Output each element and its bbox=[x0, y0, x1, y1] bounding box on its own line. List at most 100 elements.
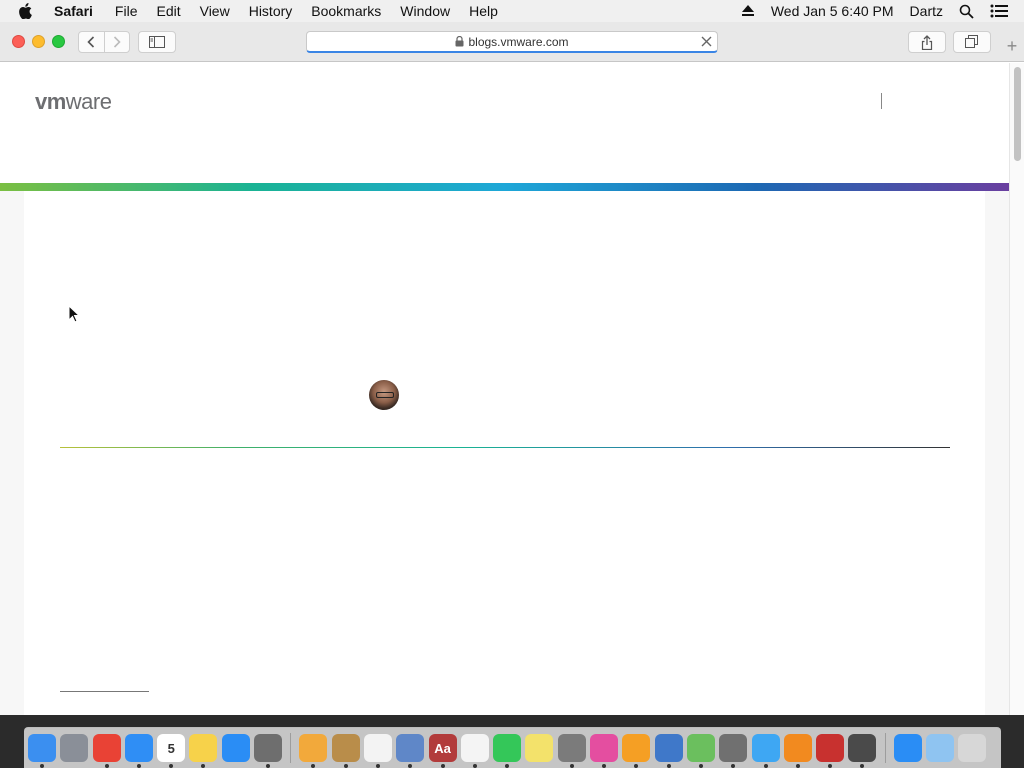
vmware-logo[interactable]: vmware bbox=[35, 89, 112, 115]
menu-history[interactable]: History bbox=[249, 3, 293, 19]
downloads-folder-icon[interactable] bbox=[926, 734, 955, 762]
trash-icon[interactable] bbox=[958, 734, 987, 762]
calendar-icon[interactable]: 5 bbox=[157, 734, 186, 768]
forward-button[interactable] bbox=[105, 32, 130, 52]
running-indicator bbox=[505, 764, 510, 768]
running-indicator bbox=[136, 764, 141, 768]
running-indicator bbox=[104, 764, 109, 768]
tab-overview-button[interactable] bbox=[953, 31, 991, 53]
safari-icon[interactable] bbox=[124, 734, 153, 768]
menu-file[interactable]: File bbox=[115, 3, 138, 19]
sidebar-toggle-button[interactable] bbox=[138, 31, 176, 53]
utilities-icon[interactable] bbox=[719, 734, 748, 768]
books-icon[interactable] bbox=[783, 734, 812, 768]
mouse-cursor-icon bbox=[68, 305, 80, 323]
url-text: blogs.vmware.com bbox=[468, 34, 569, 49]
notification-center-icon[interactable] bbox=[990, 4, 1008, 18]
minimize-window-button[interactable] bbox=[32, 35, 45, 48]
running-indicator bbox=[201, 764, 206, 768]
running-indicator bbox=[763, 764, 768, 768]
menu-view[interactable]: View bbox=[200, 3, 230, 19]
running-indicator bbox=[828, 764, 833, 768]
running-indicator bbox=[634, 764, 639, 768]
lock-icon bbox=[455, 36, 464, 47]
menu-bookmarks[interactable]: Bookmarks bbox=[311, 3, 381, 19]
textedit-icon[interactable] bbox=[363, 734, 392, 768]
author-avatar[interactable] bbox=[369, 380, 399, 410]
spotlight-search-icon[interactable] bbox=[959, 4, 974, 19]
itunes-icon[interactable] bbox=[590, 734, 619, 768]
eject-icon[interactable] bbox=[741, 5, 755, 17]
menubar-clock[interactable]: Wed Jan 5 6:40 PM bbox=[771, 3, 894, 19]
scrollbar-thumb[interactable] bbox=[1014, 67, 1021, 161]
disk-utility-icon[interactable] bbox=[557, 734, 586, 768]
share-icon bbox=[921, 34, 933, 50]
dock: 5 Aa bbox=[24, 727, 1001, 768]
stickies-icon[interactable] bbox=[525, 734, 554, 762]
page-scrollbar[interactable] bbox=[1009, 63, 1024, 715]
preview-icon[interactable] bbox=[396, 734, 425, 768]
address-bar[interactable]: blogs.vmware.com bbox=[306, 31, 718, 53]
running-indicator bbox=[440, 764, 445, 768]
running-indicator bbox=[860, 764, 865, 768]
dictionary-icon[interactable]: Aa bbox=[428, 734, 457, 768]
menu-bar: Safari File Edit View History Bookmarks … bbox=[0, 0, 1024, 22]
menu-edit[interactable]: Edit bbox=[156, 3, 180, 19]
article-divider bbox=[60, 447, 950, 448]
site-header: vmware bbox=[0, 63, 1009, 183]
apple-menu-icon[interactable] bbox=[18, 3, 38, 19]
app-store-download-icon[interactable] bbox=[893, 734, 922, 762]
dock-icon-label: 5 bbox=[167, 740, 175, 756]
running-indicator bbox=[731, 764, 736, 768]
photos-icon[interactable] bbox=[299, 734, 328, 768]
notes-icon[interactable] bbox=[189, 734, 218, 768]
running-indicator bbox=[602, 764, 607, 768]
photo-booth-icon[interactable] bbox=[816, 734, 845, 768]
sidebar-icon bbox=[149, 36, 165, 48]
new-tab-button[interactable]: + bbox=[1002, 36, 1022, 56]
header-divider bbox=[881, 93, 882, 109]
facetime-icon[interactable] bbox=[493, 734, 522, 768]
close-window-button[interactable] bbox=[12, 35, 25, 48]
home-icon[interactable] bbox=[622, 734, 651, 768]
dock-icon-label: Aa bbox=[434, 740, 451, 756]
app-store-icon[interactable] bbox=[221, 734, 250, 762]
running-indicator bbox=[698, 764, 703, 768]
chrome-icon[interactable] bbox=[92, 734, 121, 768]
running-indicator bbox=[40, 764, 44, 768]
menu-help[interactable]: Help bbox=[469, 3, 498, 19]
fullscreen-window-button[interactable] bbox=[52, 35, 65, 48]
running-indicator bbox=[311, 764, 316, 768]
app-menu-safari[interactable]: Safari bbox=[54, 3, 93, 19]
running-indicator bbox=[375, 764, 380, 768]
xcode-icon[interactable] bbox=[654, 734, 683, 768]
back-button[interactable] bbox=[79, 32, 104, 52]
running-indicator bbox=[472, 764, 477, 768]
safari-window: blogs.vmware.com + vmware bbox=[0, 22, 1024, 715]
dock-separator bbox=[884, 733, 886, 763]
running-indicator bbox=[169, 764, 174, 768]
navigation-buttons bbox=[78, 31, 130, 53]
running-indicator bbox=[795, 764, 800, 768]
maps-icon[interactable] bbox=[686, 734, 715, 768]
article-container bbox=[24, 191, 985, 715]
share-button[interactable] bbox=[908, 31, 946, 53]
menubar-user[interactable]: Dartz bbox=[910, 3, 943, 19]
brand-gradient-bar bbox=[0, 183, 1009, 191]
running-indicator bbox=[569, 764, 574, 768]
running-indicator bbox=[266, 764, 271, 768]
messages-icon[interactable] bbox=[751, 734, 780, 768]
finder-icon[interactable] bbox=[28, 734, 56, 768]
running-indicator bbox=[666, 764, 671, 768]
menu-window[interactable]: Window bbox=[400, 3, 450, 19]
running-indicator bbox=[343, 764, 348, 768]
archive-icon[interactable] bbox=[848, 734, 877, 768]
reminders-icon[interactable] bbox=[460, 734, 489, 768]
notefile-icon[interactable] bbox=[331, 734, 360, 768]
browser-toolbar: blogs.vmware.com + bbox=[0, 22, 1024, 62]
launchpad-icon[interactable] bbox=[60, 734, 89, 762]
dock-separator bbox=[290, 733, 292, 763]
tab-overview-icon bbox=[965, 35, 978, 48]
stop-loading-icon[interactable] bbox=[700, 35, 713, 48]
system-preferences-icon[interactable] bbox=[254, 734, 283, 768]
